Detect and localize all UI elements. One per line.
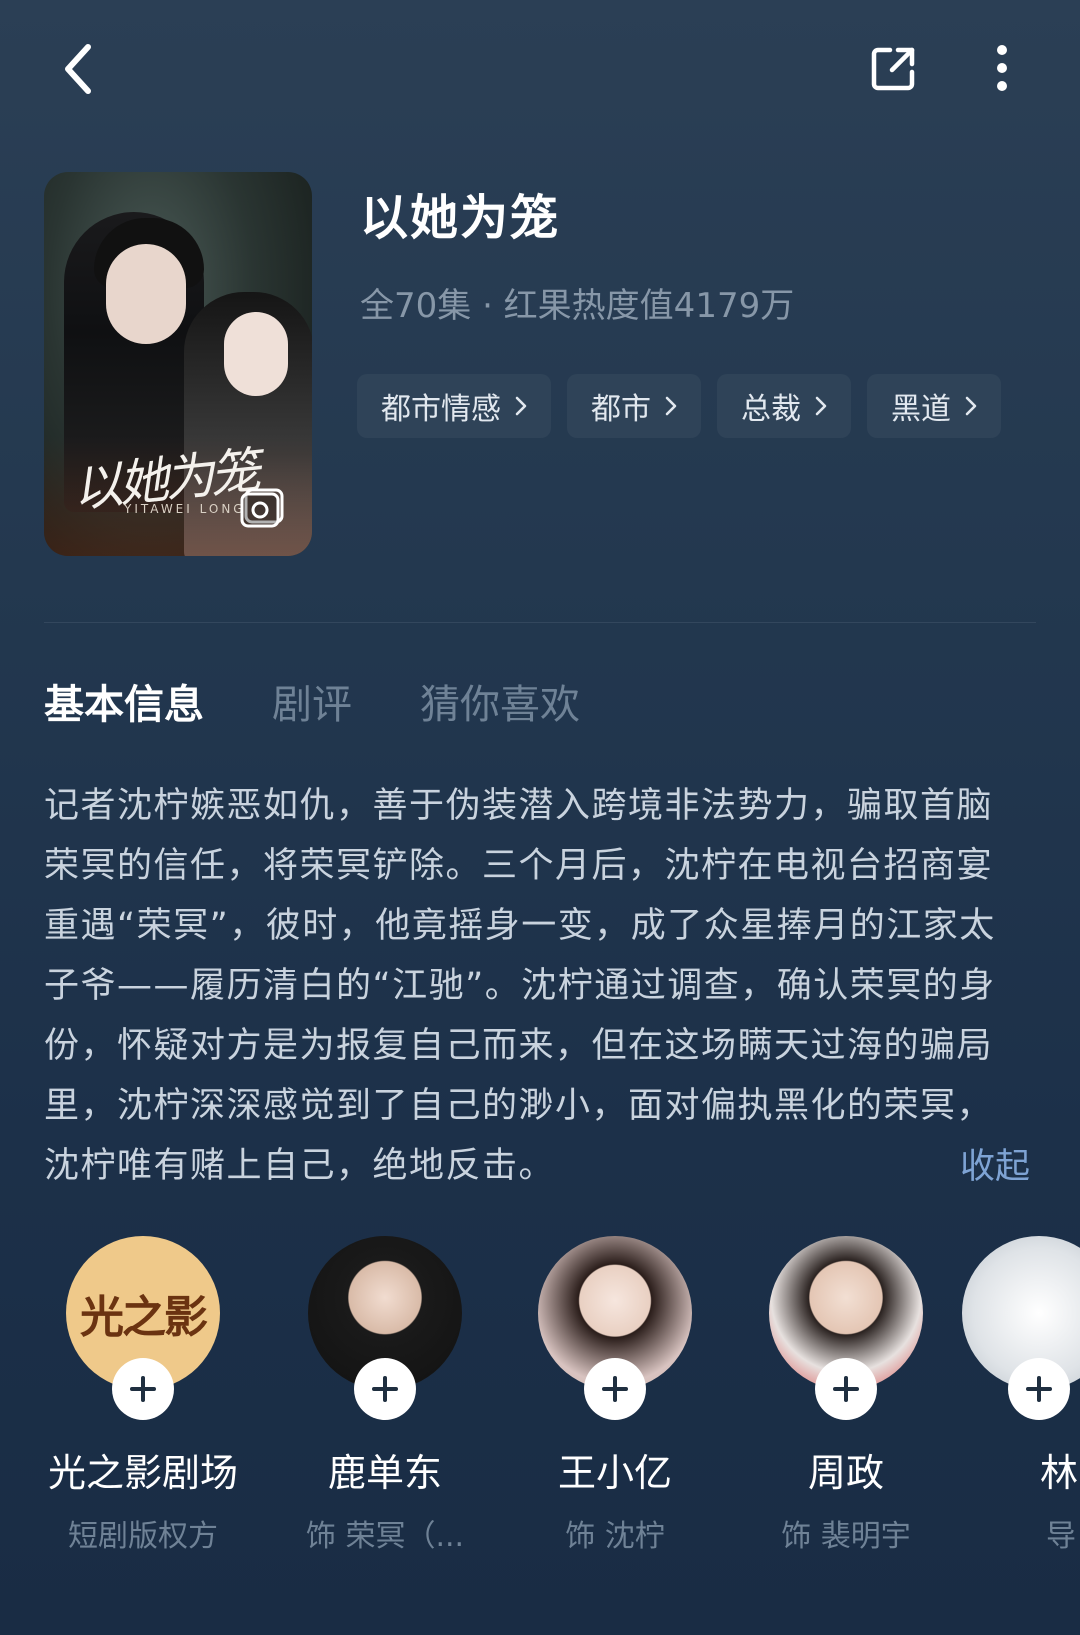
share-button[interactable] <box>862 36 926 100</box>
gallery-icon[interactable] <box>240 488 284 528</box>
cast-list: 光之影 光之影剧场 短剧版权方 鹿单东 饰 荣冥（... 王小亿 饰 沈柠 周政… <box>0 1236 1080 1554</box>
cast-member[interactable]: 林 导 <box>962 1236 1080 1555</box>
more-button[interactable] <box>970 36 1034 100</box>
collapse-button[interactable]: 收起 <box>960 1138 1030 1189</box>
back-button[interactable] <box>48 34 108 104</box>
more-vertical-icon <box>997 45 1007 91</box>
drama-poster[interactable]: 以她为笼 YITAWEI LONG <box>44 172 312 556</box>
follow-button[interactable] <box>584 1358 646 1420</box>
follow-button[interactable] <box>1008 1358 1070 1420</box>
cast-name: 周政 <box>807 1451 884 1495</box>
tag-heidao[interactable]: 黑道 <box>867 374 1001 438</box>
tag-label: 都市 <box>591 392 651 427</box>
tab-basic-info[interactable]: 基本信息 <box>44 672 204 730</box>
tag-label: 总裁 <box>741 392 801 427</box>
chevron-right-icon <box>515 396 527 416</box>
info-tabs: 基本信息 剧评 猜你喜欢 <box>44 672 648 730</box>
cast-role: 饰 裴明宇 <box>781 1519 911 1554</box>
follow-button[interactable] <box>815 1358 877 1420</box>
poster-subtitle: YITAWEI LONG <box>124 502 246 516</box>
tab-recommendations[interactable]: 猜你喜欢 <box>420 672 580 730</box>
studio-logo: 光之影 <box>80 1292 208 1343</box>
share-icon <box>871 47 915 91</box>
cast-member[interactable]: 周政 饰 裴明宇 <box>731 1236 961 1555</box>
chevron-left-icon <box>65 44 91 94</box>
drama-meta: 全70集 · 红果热度值4179万 <box>360 286 795 326</box>
section-divider <box>44 622 1036 623</box>
follow-button[interactable] <box>112 1358 174 1420</box>
plus-icon <box>602 1376 628 1402</box>
chevron-right-icon <box>665 396 677 416</box>
tag-dushi-qinggan[interactable]: 都市情感 <box>357 374 551 438</box>
chevron-right-icon <box>965 396 977 416</box>
plus-icon <box>1026 1376 1052 1402</box>
cast-role: 饰 沈柠 <box>565 1519 665 1554</box>
cast-name: 王小亿 <box>557 1451 672 1495</box>
cast-member[interactable]: 光之影 光之影剧场 短剧版权方 <box>28 1236 258 1555</box>
poster-figure-female-face <box>224 312 288 396</box>
cast-name: 鹿单东 <box>327 1451 442 1495</box>
tag-label: 都市情感 <box>381 392 501 427</box>
plus-icon <box>130 1376 156 1402</box>
follow-button[interactable] <box>354 1358 416 1420</box>
cast-member[interactable]: 王小亿 饰 沈柠 <box>500 1236 730 1555</box>
tag-dushi[interactable]: 都市 <box>567 374 701 438</box>
drama-title: 以她为笼 <box>360 190 561 246</box>
top-bar <box>0 0 1080 140</box>
tab-reviews[interactable]: 剧评 <box>272 672 352 730</box>
plus-icon <box>833 1376 859 1402</box>
cast-role: 饰 荣冥（... <box>305 1519 465 1554</box>
plus-icon <box>372 1376 398 1402</box>
cast-member[interactable]: 鹿单东 饰 荣冥（... <box>270 1236 500 1555</box>
tag-list: 都市情感 都市 总裁 黑道 <box>357 374 1001 438</box>
tag-label: 黑道 <box>891 392 951 427</box>
poster-figure-male-face <box>106 244 186 344</box>
cast-role: 导 <box>1046 1519 1076 1554</box>
tag-zongcai[interactable]: 总裁 <box>717 374 851 438</box>
chevron-right-icon <box>815 396 827 416</box>
cast-role: 短剧版权方 <box>68 1519 218 1554</box>
cast-name: 林 <box>1040 1451 1079 1495</box>
cast-name: 光之影剧场 <box>47 1451 238 1495</box>
drama-description: 记者沈柠嫉恶如仇，善于伪装潜入跨境非法势力，骗取首脑荣冥的信任，将荣冥铲除。三个… <box>44 786 996 1186</box>
